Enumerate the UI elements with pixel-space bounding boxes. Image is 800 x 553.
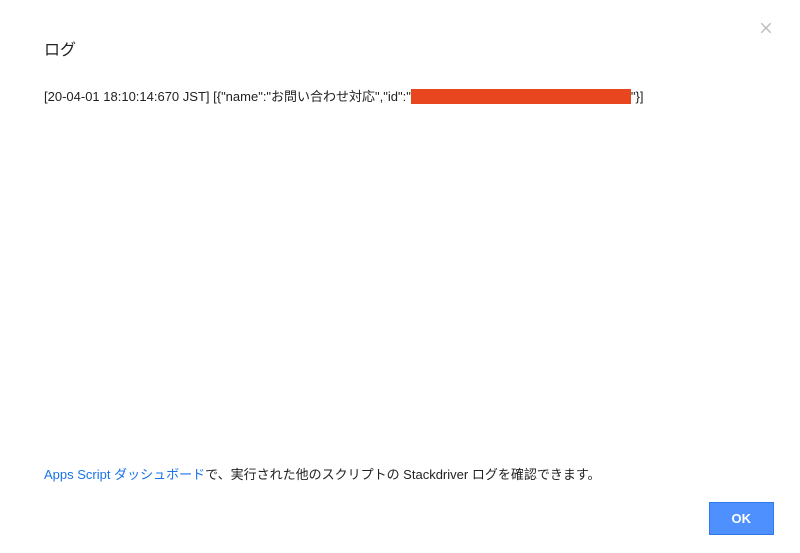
footer-message: Apps Script ダッシュボードで、実行された他のスクリプトの Stack… — [44, 464, 756, 483]
close-button[interactable] — [756, 20, 776, 40]
log-line: [20-04-01 18:10:14:670 JST] [{"name":"お問… — [44, 88, 756, 106]
log-text-prefix: [20-04-01 18:10:14:670 JST] [{"name":"お問… — [44, 89, 411, 104]
log-dialog: ログ [20-04-01 18:10:14:670 JST] [{"name":… — [0, 0, 800, 553]
dialog-title: ログ — [44, 36, 76, 60]
close-icon — [757, 19, 775, 42]
footer-rest: で、実行された他のスクリプトの Stackdriver ログを確認できます。 — [205, 467, 600, 482]
log-text-suffix: "}] — [631, 89, 644, 104]
ok-button[interactable]: OK — [709, 502, 775, 535]
dashboard-link[interactable]: Apps Script ダッシュボード — [44, 467, 205, 482]
log-body: [20-04-01 18:10:14:670 JST] [{"name":"お問… — [44, 88, 756, 106]
redacted-id — [411, 89, 631, 104]
